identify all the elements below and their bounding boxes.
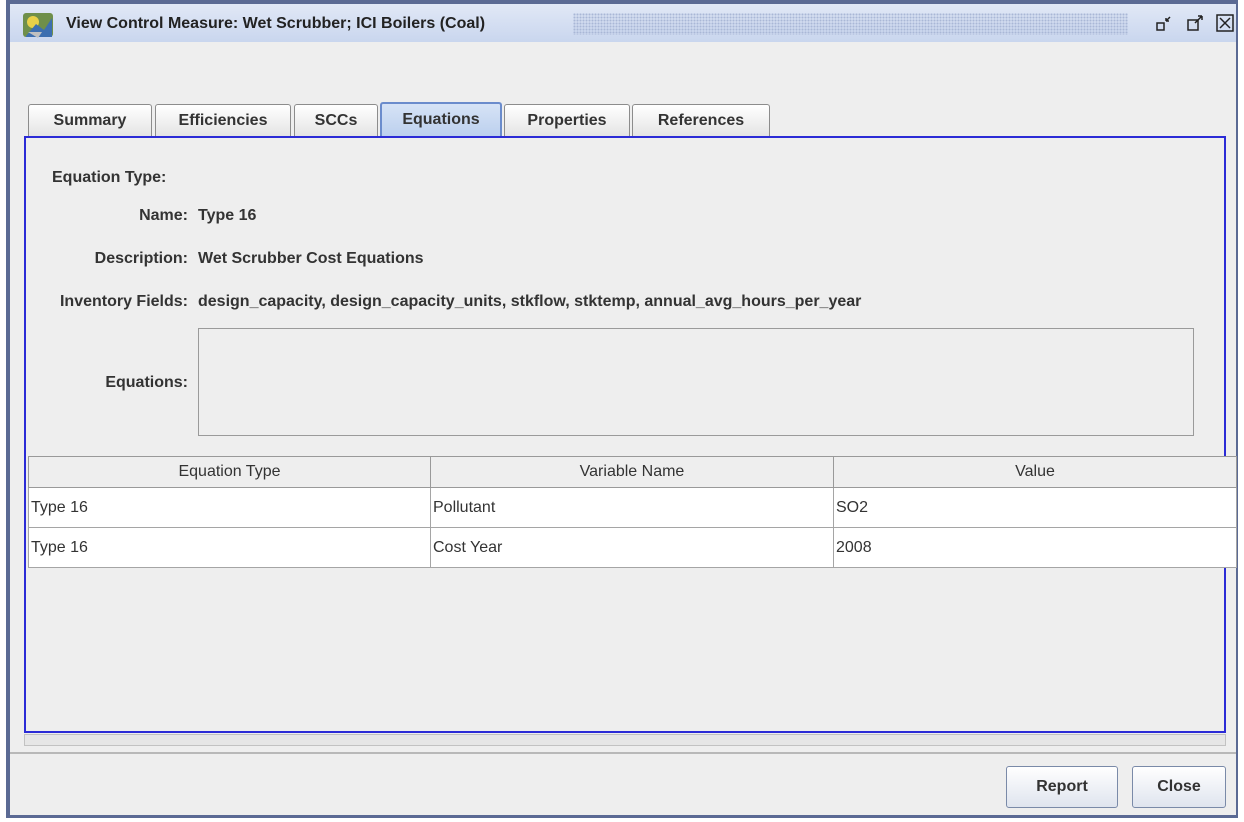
inventory-fields-label: Inventory Fields:	[59, 293, 188, 310]
minimize-icon[interactable]	[1153, 12, 1175, 34]
table-cell-variable-name[interactable]: Pollutant	[430, 487, 834, 528]
column-header-value[interactable]: Value	[833, 456, 1237, 488]
table-cell-equation-type[interactable]: Type 16	[28, 527, 431, 568]
window-title: View Control Measure: Wet Scrubber; ICI …	[66, 15, 486, 32]
tab-properties[interactable]: Properties	[504, 104, 630, 136]
table-header-row: Equation Type Variable Name Value	[28, 456, 1237, 488]
description-value: Wet Scrubber Cost Equations	[198, 250, 424, 267]
column-header-variable-name[interactable]: Variable Name	[430, 456, 834, 488]
report-button[interactable]: Report	[1006, 766, 1118, 808]
status-strip	[24, 734, 1226, 746]
tab-references[interactable]: References	[632, 104, 770, 136]
table-cell-value[interactable]: SO2	[833, 487, 1237, 528]
table-cell-value[interactable]: 2008	[833, 527, 1237, 568]
table-cell-variable-name[interactable]: Cost Year	[430, 527, 834, 568]
separator	[10, 752, 1236, 754]
table-row[interactable]: Type 16 Pollutant SO2	[28, 487, 1237, 528]
title-bar[interactable]: View Control Measure: Wet Scrubber; ICI …	[10, 0, 1236, 42]
maximize-icon[interactable]	[1184, 12, 1206, 34]
equations-label: Equations:	[105, 374, 188, 391]
name-label: Name:	[139, 207, 188, 224]
column-header-equation-type[interactable]: Equation Type	[28, 456, 431, 488]
equation-variables-table[interactable]: Equation Type Variable Name Value Type 1…	[26, 456, 1237, 731]
tab-equations[interactable]: Equations	[380, 102, 502, 136]
title-bar-texture	[573, 13, 1128, 35]
inventory-fields-value: design_capacity, design_capacity_units, …	[198, 293, 862, 310]
control-measure-window: View Control Measure: Wet Scrubber; ICI …	[6, 0, 1238, 818]
equation-type-label: Equation Type:	[52, 169, 167, 186]
tab-efficiencies[interactable]: Efficiencies	[155, 104, 291, 136]
equations-panel: Equation Type: Name: Type 16 Description…	[24, 136, 1237, 733]
table-cell-equation-type[interactable]: Type 16	[28, 487, 431, 528]
equations-text-area[interactable]	[198, 328, 1194, 436]
close-button[interactable]: Close	[1132, 766, 1226, 808]
description-label: Description:	[94, 250, 188, 267]
close-icon[interactable]	[1214, 12, 1236, 34]
name-value: Type 16	[198, 207, 257, 224]
table-row[interactable]: Type 16 Cost Year 2008	[28, 527, 1237, 568]
tab-sccs[interactable]: SCCs	[294, 104, 378, 136]
tab-summary[interactable]: Summary	[28, 104, 152, 136]
app-icon	[23, 13, 53, 38]
